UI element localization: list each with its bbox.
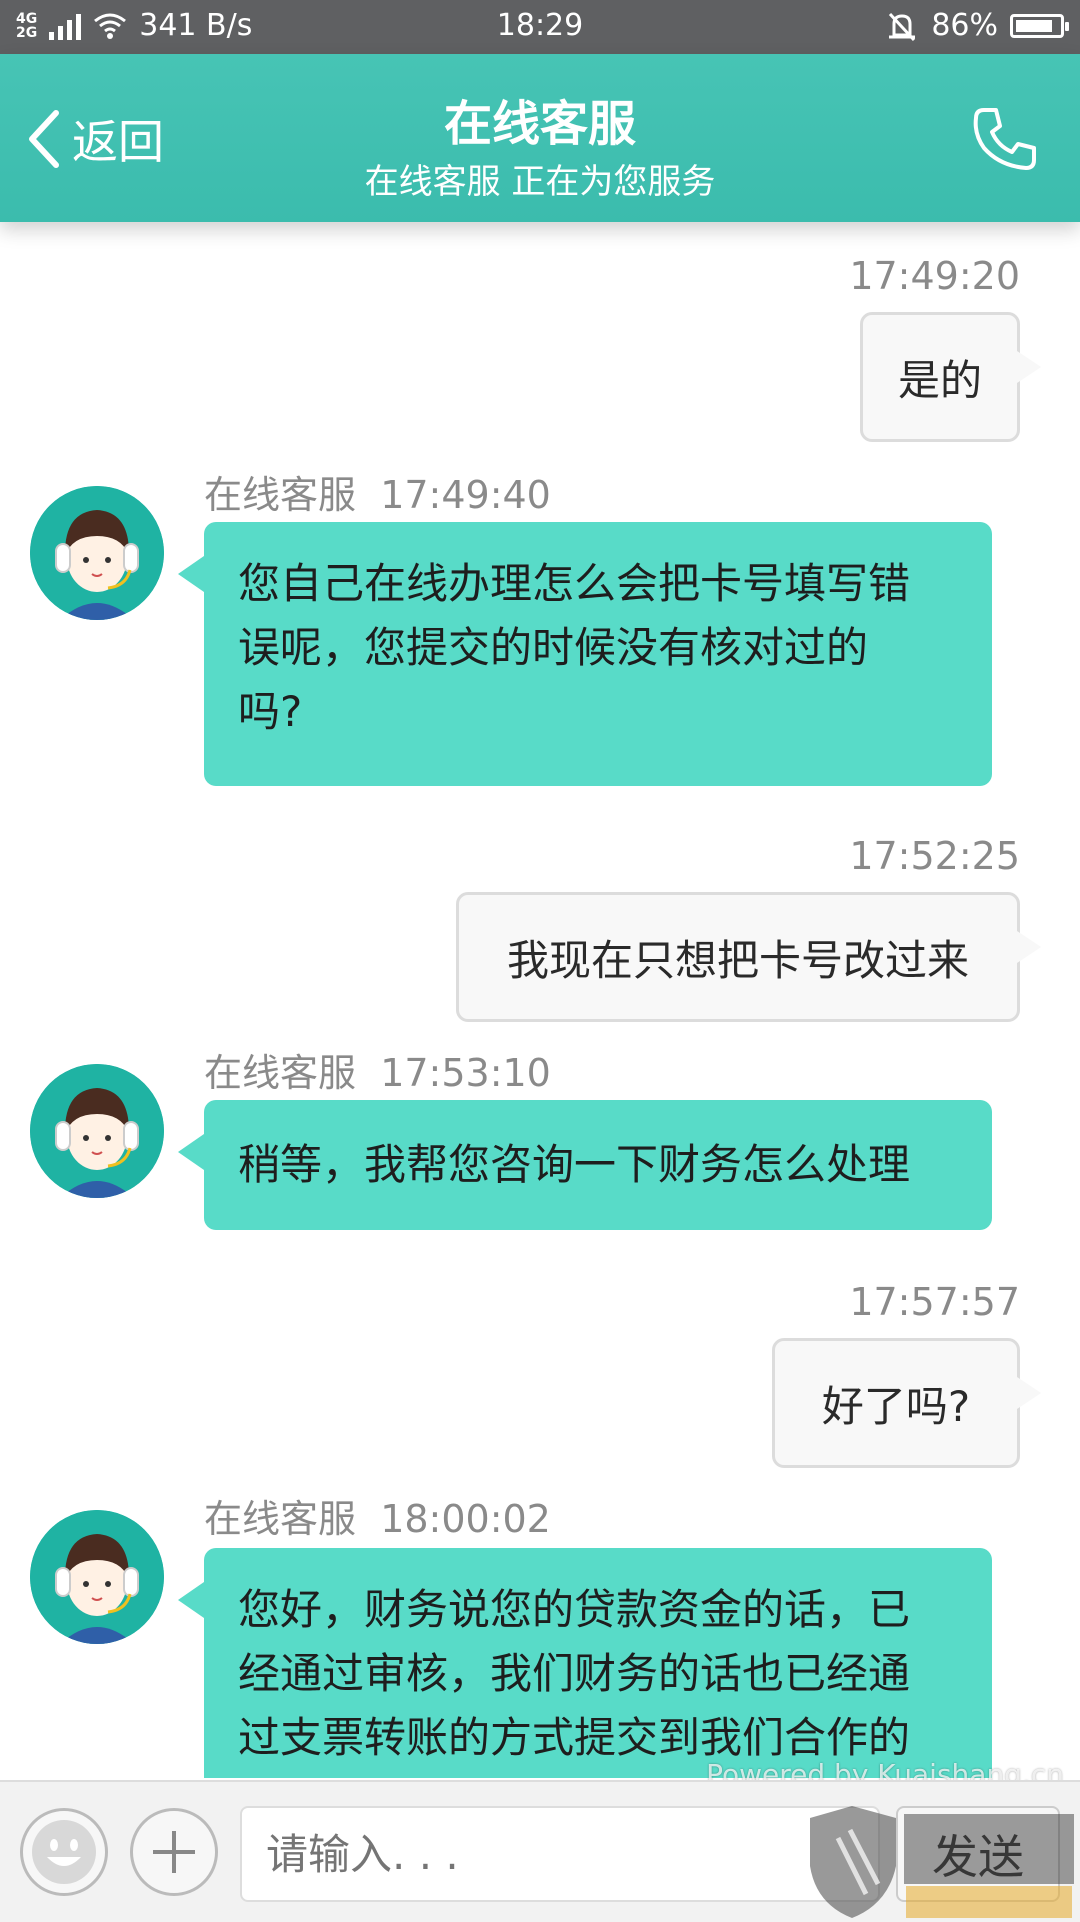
chat-header: 返回 在线客服 在线客服 正在为您服务 <box>0 54 1080 222</box>
sender-name: 在线客服 <box>204 1051 357 1095</box>
message-line: 误呢，您提交的时候没有核对过的 <box>238 623 869 672</box>
message-text: 好了吗? <box>821 1381 971 1431</box>
phone-icon[interactable] <box>970 104 1040 174</box>
message-text: 是的 <box>897 355 982 405</box>
message-time: 17:57:57 <box>849 1280 1020 1324</box>
my-message-bubble[interactable]: 我现在只想把卡号改过来 <box>456 892 1041 1022</box>
sender-name: 在线客服 <box>204 473 357 517</box>
message-time: 17:49:40 <box>380 473 551 517</box>
message-line: 经通过审核，我们财务的话也已经通 <box>238 1649 911 1698</box>
vibrate-off-icon <box>889 12 916 41</box>
agent-avatar[interactable] <box>30 486 164 620</box>
agent-message-meta: 在线客服 17:53:10 <box>204 1042 551 1097</box>
black-cat-logo <box>810 1806 1074 1918</box>
smiley-icon <box>32 1820 96 1884</box>
page-subtitle: 在线客服 正在为您服务 <box>364 162 716 202</box>
agent-message-meta: 在线客服 17:49:40 <box>204 464 551 519</box>
add-attachment-button[interactable] <box>130 1808 218 1896</box>
agent-avatar-icon <box>30 486 164 620</box>
message-line: 您自己在线办理怎么会把卡号填写错 <box>238 559 911 608</box>
status-right: 86% <box>885 8 1069 43</box>
page-title: 在线客服 <box>443 96 636 152</box>
message-line: 吗? <box>238 687 303 736</box>
agent-avatar[interactable] <box>30 1064 164 1198</box>
chat-area[interactable]: 17:49:20 是的 在线客服 17:49:40 您自己在线办理怎么会把卡号填… <box>0 222 1080 1778</box>
message-input[interactable] <box>240 1806 880 1902</box>
my-message-bubble[interactable]: 好了吗? <box>772 1338 1041 1468</box>
agent-avatar[interactable] <box>30 1510 164 1644</box>
message-time: 17:53:10 <box>380 1051 551 1095</box>
battery-icon <box>1010 13 1069 38</box>
agent-message-meta: 在线客服 18:00:02 <box>204 1488 551 1543</box>
agent-avatar-icon <box>30 1510 164 1644</box>
my-message-bubble[interactable]: 是的 <box>860 312 1041 442</box>
agent-avatar-icon <box>30 1064 164 1198</box>
message-text: 我现在只想把卡号改过来 <box>506 935 969 985</box>
message-line: 您好，财务说您的贷款资金的话，已 <box>238 1585 911 1634</box>
battery-percent: 86% <box>931 8 998 43</box>
message-time: 17:52:25 <box>849 834 1020 878</box>
status-bar: 4G 2G 341 B/s 18:29 86% <box>0 0 1080 54</box>
message-time: 17:49:20 <box>849 254 1020 298</box>
agent-message-bubble[interactable]: 稍等，我帮您咨询一下财务怎么处理 <box>178 1100 992 1230</box>
emoji-button[interactable] <box>20 1808 108 1896</box>
agent-message-bubble[interactable]: 您自己在线办理怎么会把卡号填写错 误呢，您提交的时候没有核对过的 吗? <box>178 522 992 786</box>
plus-icon <box>153 1831 195 1873</box>
message-line: 稍等，我帮您咨询一下财务怎么处理 <box>238 1140 911 1189</box>
agent-message-bubble[interactable]: 您好，财务说您的贷款资金的话，已 经通过审核，我们财务的话也已经通 过支票转账的… <box>178 1548 992 1778</box>
sender-name: 在线客服 <box>204 1497 357 1541</box>
message-time: 18:00:02 <box>380 1497 551 1541</box>
